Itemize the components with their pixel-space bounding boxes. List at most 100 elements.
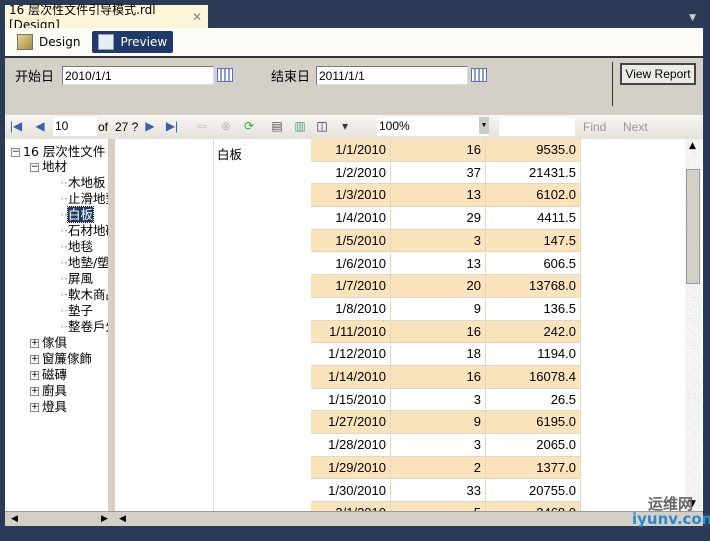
cell-date: 1/5/2010	[311, 229, 391, 252]
back-icon[interactable]: ⇦	[195, 119, 209, 133]
document-map-splitter[interactable]	[108, 139, 115, 511]
close-icon[interactable]: ✕	[192, 10, 202, 24]
report-viewer: −16 层次性文件−地材··木地板··止滑地墊··白板··石材地磚··地毯··地…	[5, 139, 703, 511]
tree-node-collapsed[interactable]: + 燈具	[30, 396, 67, 415]
cell-date: 2/1/2010	[311, 502, 391, 511]
find-input[interactable]	[499, 117, 575, 136]
cell-quantity: 33	[391, 479, 486, 502]
cell-amount: 21431.5	[486, 161, 581, 184]
cell-amount: 1377.0	[486, 456, 581, 479]
watermark: 运维网 iyunv.com	[612, 497, 710, 527]
preview-tab-label: Preview	[120, 35, 168, 49]
previous-page-icon[interactable]: ◀	[33, 119, 47, 133]
cell-date: 1/28/2010	[311, 434, 391, 456]
cell-amount: 4411.5	[486, 207, 581, 229]
vertical-scrollbar[interactable]: ▲ ▼	[685, 139, 701, 511]
table-row: 1/30/2010 33 20755.0	[311, 479, 581, 503]
view-report-button[interactable]: View Report	[620, 63, 696, 85]
design-icon	[17, 34, 33, 50]
table-row: 1/6/2010 13 606.5	[311, 252, 581, 276]
find-button[interactable]: Find	[583, 120, 606, 134]
cell-quantity: 9	[391, 411, 486, 434]
cell-amount: 2468.0	[486, 502, 581, 511]
collapse-icon[interactable]: −	[11, 148, 20, 157]
zoom-value: 100%	[379, 119, 410, 133]
cell-date: 1/29/2010	[311, 456, 391, 479]
gridline	[213, 139, 214, 511]
expand-icon[interactable]: +	[30, 403, 39, 412]
table-row: 1/7/2010 20 13768.0	[311, 275, 581, 298]
report-body: 白板 1/1/2010 16 9535.0 1/2/2010 37 21431.5 1/3/…	[115, 139, 685, 511]
page-setup-icon[interactable]: ◫	[315, 119, 329, 133]
page-number-input[interactable]: 10	[53, 117, 97, 136]
end-date-label: 结束日	[271, 70, 311, 85]
calendar-icon[interactable]	[217, 68, 233, 82]
last-page-icon[interactable]: ▶|	[165, 119, 179, 133]
print-icon[interactable]: ▤	[270, 119, 284, 133]
cell-date: 1/12/2010	[311, 343, 391, 365]
cell-date: 1/14/2010	[311, 366, 391, 388]
document-tab[interactable]: 16 层次性文件引导模式.rdl [Design] ✕	[5, 3, 208, 32]
table-row: 1/14/2010 16 16078.4	[311, 366, 581, 389]
cell-amount: 136.5	[486, 297, 581, 320]
cell-amount: 6195.0	[486, 411, 581, 434]
cell-amount: 20755.0	[486, 479, 581, 502]
design-tab[interactable]: Design	[11, 31, 86, 53]
cell-date: 1/6/2010	[311, 252, 391, 275]
stop-icon[interactable]: ⊗	[219, 119, 233, 133]
parameters-panel: 开始日 2010/1/1 结束日 2011/1/1	[5, 60, 703, 145]
expand-icon[interactable]: +	[30, 355, 39, 364]
cell-quantity: 16	[391, 139, 486, 161]
cell-date: 1/4/2010	[311, 207, 391, 229]
cell-quantity: 2	[391, 456, 486, 479]
window-dropdown-icon[interactable]: ▼	[689, 13, 696, 23]
preview-icon	[98, 34, 115, 50]
export-icon[interactable]: ▾	[338, 119, 352, 133]
refresh-icon[interactable]: ⟳	[242, 119, 256, 133]
first-page-icon[interactable]: |◀	[9, 119, 23, 133]
cell-date: 1/30/2010	[311, 479, 391, 502]
cell-amount: 9535.0	[486, 139, 581, 161]
cell-amount: 1194.0	[486, 343, 581, 365]
preview-tab[interactable]: Preview	[92, 31, 174, 53]
cell-amount: 26.5	[486, 388, 581, 411]
end-date-input[interactable]: 2011/1/1	[316, 66, 468, 85]
scrollbar-thumb[interactable]	[686, 169, 700, 284]
collapse-icon[interactable]: −	[30, 163, 39, 172]
table-row: 1/2/2010 37 21431.5	[311, 161, 581, 185]
cell-date: 1/1/2010	[311, 139, 391, 161]
cell-quantity: 5	[391, 502, 486, 511]
print-layout-icon[interactable]: ▥	[293, 119, 307, 133]
cell-date: 1/2/2010	[311, 161, 391, 184]
cell-quantity: 13	[391, 252, 486, 275]
calendar-icon[interactable]	[471, 68, 487, 82]
next-page-icon[interactable]: ▶	[143, 119, 157, 133]
cell-quantity: 37	[391, 161, 486, 184]
table-row: 1/1/2010 16 9535.0	[311, 139, 581, 162]
chevron-down-icon[interactable]: ▼	[479, 117, 489, 134]
expand-icon[interactable]: +	[30, 371, 39, 380]
table-row: 1/27/2010 9 6195.0	[311, 411, 581, 435]
cell-quantity: 13	[391, 184, 486, 207]
cell-amount: 242.0	[486, 320, 581, 343]
cell-date: 1/27/2010	[311, 411, 391, 434]
horizontal-scrollbar[interactable]: ◀ ▶ ◀	[5, 511, 703, 526]
of-label: of	[98, 120, 109, 134]
tree-node-leaf[interactable]: ··整卷戶外	[60, 316, 108, 335]
expand-icon[interactable]: +	[30, 387, 39, 396]
table-row: 1/12/2010 18 1194.0	[311, 343, 581, 366]
zoom-select[interactable]: 100% ▼	[377, 117, 489, 136]
cell-amount: 2065.0	[486, 434, 581, 456]
document-map: −16 层次性文件−地材··木地板··止滑地墊··白板··石材地磚··地毯··地…	[8, 139, 108, 511]
start-date-input[interactable]: 2010/1/1	[62, 66, 214, 85]
watermark-subtext: iyunv.com	[632, 510, 710, 528]
cell-quantity: 29	[391, 207, 486, 229]
cell-date: 1/8/2010	[311, 297, 391, 320]
divider	[612, 62, 613, 106]
table-row: 1/15/2010 3 26.5	[311, 388, 581, 412]
table-row: 1/5/2010 3 147.5	[311, 229, 581, 253]
expand-icon[interactable]: +	[30, 339, 39, 348]
cell-quantity: 18	[391, 343, 486, 365]
next-button[interactable]: Next	[623, 120, 648, 134]
cell-amount: 16078.4	[486, 366, 581, 388]
